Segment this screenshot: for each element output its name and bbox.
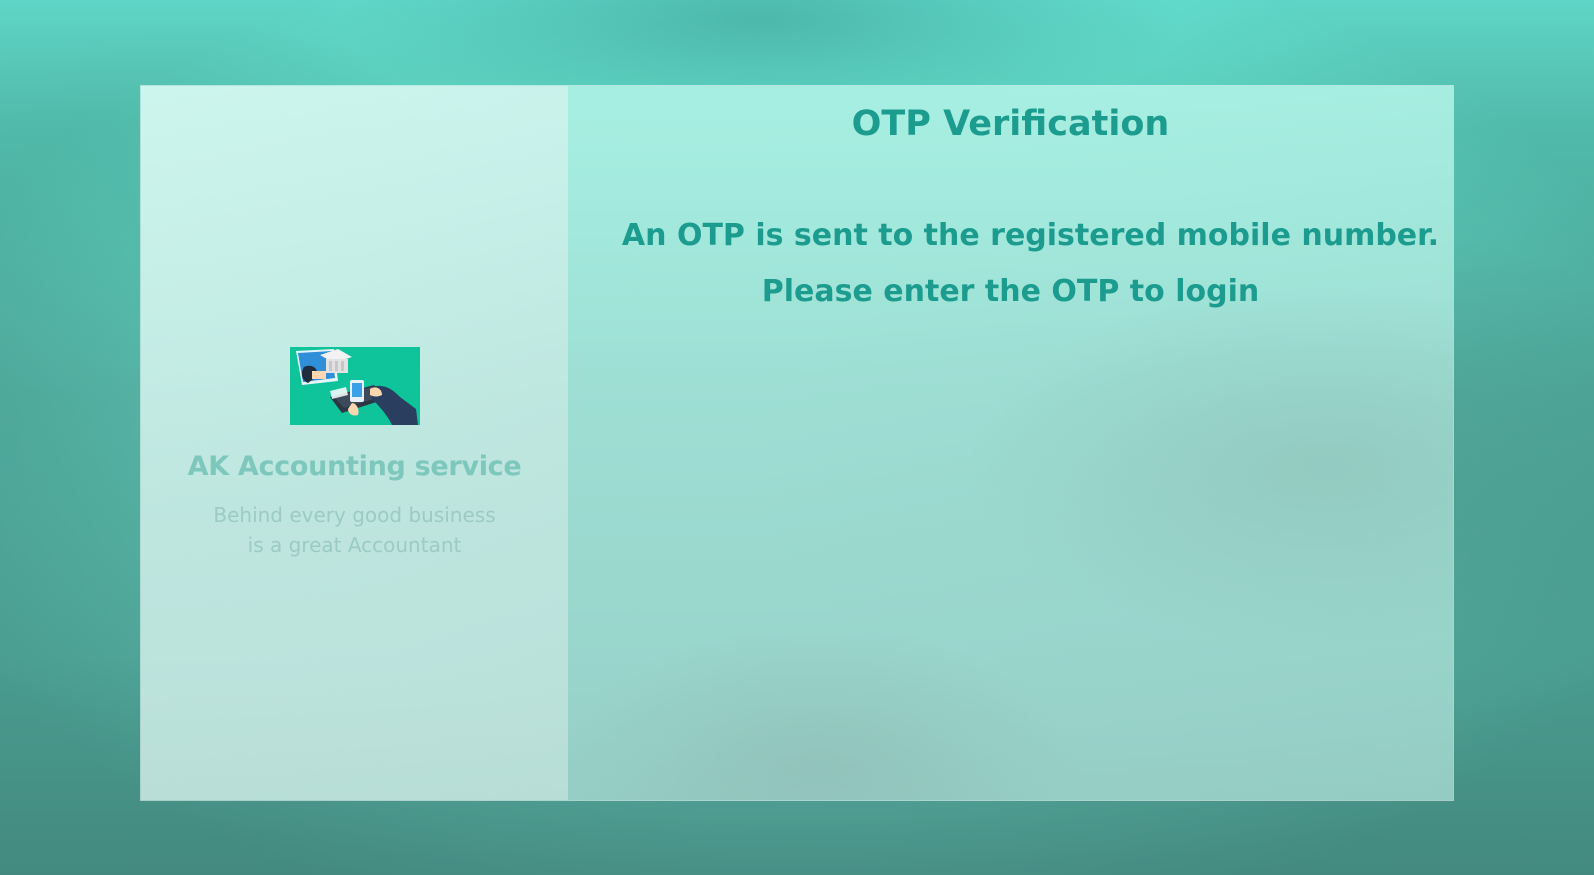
otp-message-line-1: An OTP is sent to the registered mobile …: [621, 218, 1440, 253]
brand-panel: AK Accounting service Behind every good …: [141, 86, 568, 800]
otp-message-line-2: Please enter the OTP to login: [761, 274, 1260, 309]
login-card: AK Accounting service Behind every good …: [140, 85, 1454, 801]
brand-title: AK Accounting service: [187, 450, 522, 482]
page-title: OTP Verification: [851, 104, 1170, 144]
otp-message: An OTP is sent to the registered mobile …: [608, 208, 1453, 320]
tagline-line-1: Behind every good business: [213, 502, 496, 527]
brand-tagline: Behind every good business is a great Ac…: [195, 500, 515, 560]
otp-panel: OTP Verification An OTP is sent to the r…: [568, 86, 1453, 800]
tagline-line-2: is a great Accountant: [247, 532, 462, 557]
accounting-illustration-icon: [289, 346, 420, 425]
